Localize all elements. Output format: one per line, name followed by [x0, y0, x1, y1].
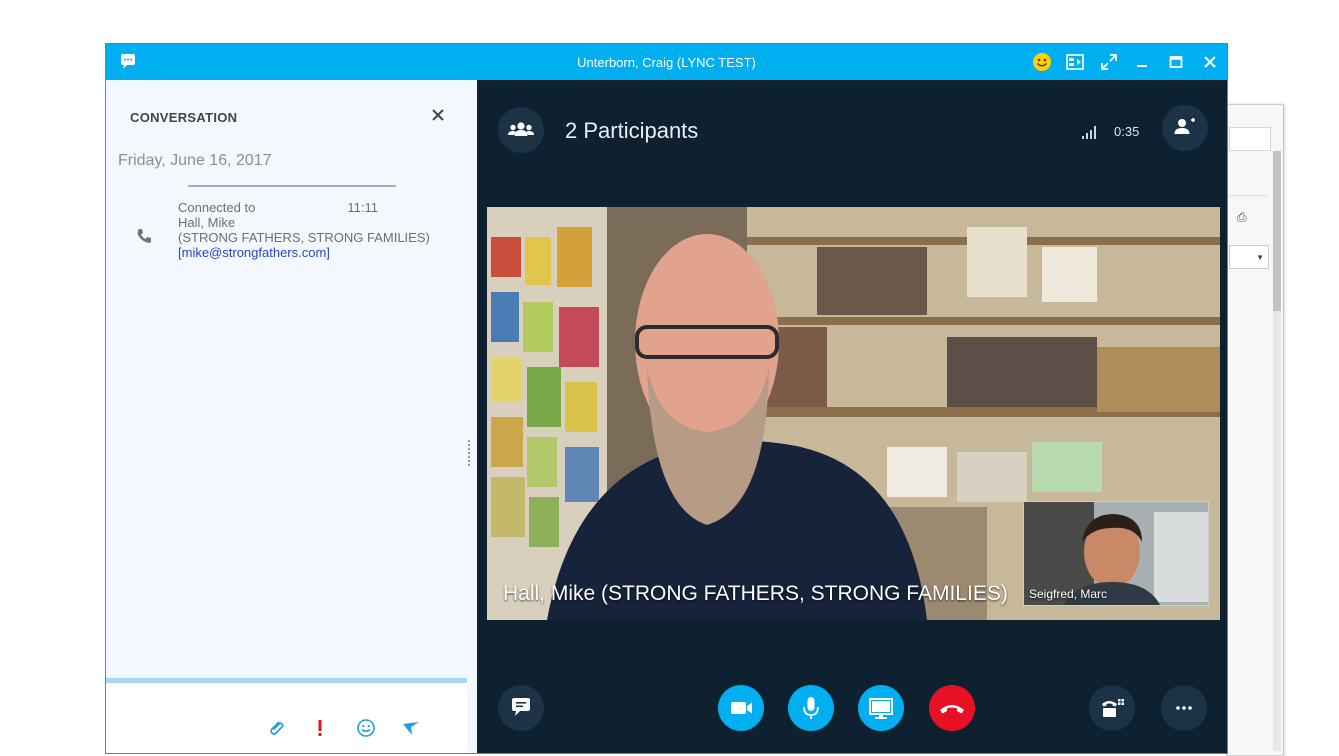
mute-button[interactable]: [788, 685, 834, 731]
important-icon[interactable]: [310, 718, 330, 738]
close-conversation-icon[interactable]: [432, 108, 444, 126]
background-divider: [1229, 195, 1267, 196]
self-view-video: Seigfred, Marc: [1023, 501, 1209, 606]
title-bar: Unterborn, Craig (LYNC TEST): [106, 44, 1227, 80]
entry-time: 11:11: [347, 200, 378, 215]
attachment-icon[interactable]: [266, 718, 286, 738]
maximize-icon[interactable]: [1165, 52, 1187, 72]
signal-strength-icon: [1081, 124, 1099, 145]
participants-count: 2 Participants: [565, 118, 699, 143]
video-button[interactable]: [718, 685, 764, 731]
conversation-header: CONVERSATION: [130, 110, 238, 125]
more-dots-icon: [1176, 706, 1192, 710]
panel-splitter[interactable]: [468, 440, 474, 466]
participants-icon: [508, 122, 534, 136]
background-dropdown: ▼: [1229, 245, 1269, 269]
hang-up-button[interactable]: [929, 685, 975, 731]
entry-name: Hall, Mike: [178, 215, 236, 230]
call-controls-button[interactable]: [1089, 685, 1135, 731]
background-address-bar: [1229, 127, 1271, 151]
call-area: 2 Participants 0:35 Hall, Mike (STRONG F…: [477, 80, 1227, 753]
call-timer: 0:35: [1114, 124, 1140, 139]
background-window: ⎙ ▼: [1226, 104, 1284, 756]
share-screen-button[interactable]: [858, 685, 904, 731]
conversation-divider: [188, 185, 396, 187]
add-person-icon: [1174, 118, 1195, 134]
window-title: Unterborn, Craig (LYNC TEST): [577, 55, 756, 70]
main-video-caption: Hall, Mike (STRONG FATHERS, STRONG FAMIL…: [503, 582, 1008, 605]
monitor-icon: [869, 698, 893, 719]
close-icon[interactable]: [1199, 52, 1221, 72]
conversation-panel: CONVERSATION Friday, June 16, 2017 Conne…: [106, 80, 477, 753]
participants-button[interactable]: [498, 107, 544, 153]
layout-icon[interactable]: [1064, 52, 1086, 72]
self-view-label: Seigfred, Marc: [1029, 587, 1108, 601]
conversation-date: Friday, June 16, 2017: [118, 152, 272, 169]
phone-icon: [136, 228, 152, 244]
minimize-icon[interactable]: [1131, 52, 1153, 72]
main-video: Hall, Mike (STRONG FATHERS, STRONG FAMIL…: [487, 207, 1220, 620]
compose-toolbar: [106, 718, 467, 738]
microphone-icon: [803, 697, 819, 719]
send-icon[interactable]: [401, 718, 421, 738]
conversation-entry: Connected to 11:11 Hall, Mike (STRONG FA…: [178, 200, 430, 260]
entry-org: (STRONG FATHERS, STRONG FAMILIES): [178, 230, 430, 245]
dialpad-phone-icon: [1102, 699, 1124, 717]
smiley-icon[interactable]: [1031, 52, 1053, 72]
entry-email-link[interactable]: [mike@strongfathers.com]: [178, 245, 430, 260]
more-options-button[interactable]: [1161, 685, 1207, 731]
chat-icon: [512, 698, 530, 716]
background-scrollbar-thumb: [1273, 151, 1281, 311]
add-participant-button[interactable]: [1162, 105, 1208, 151]
expand-icon[interactable]: [1098, 52, 1120, 72]
emoticon-icon[interactable]: [356, 718, 376, 738]
skype-window: Unterborn, Craig (LYNC TEST) CONVERSATIO…: [105, 43, 1228, 754]
video-camera-icon: [731, 702, 752, 714]
show-conversation-button[interactable]: [498, 685, 544, 731]
end-call-icon: [940, 705, 964, 714]
print-icon: ⎙: [1237, 210, 1247, 224]
entry-status: Connected to: [178, 200, 256, 215]
